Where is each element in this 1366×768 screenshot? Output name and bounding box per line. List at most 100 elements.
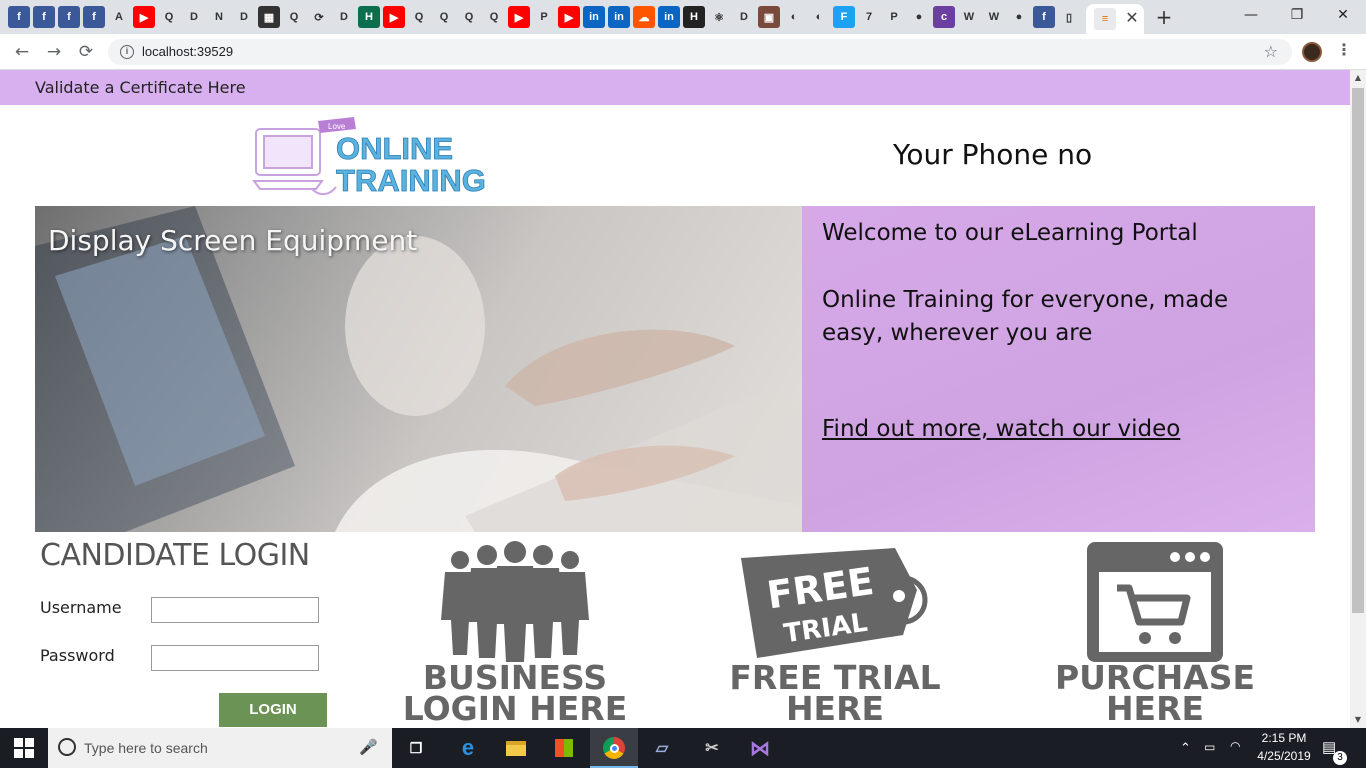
linkedin-icon[interactable]: in xyxy=(658,6,680,28)
facebook-icon[interactable]: f xyxy=(1033,6,1055,28)
free-trial-label[interactable]: FREE TRIAL HERE xyxy=(685,661,985,725)
welcome-text: Welcome to our eLearning Portal xyxy=(822,220,1198,246)
computer-icon xyxy=(252,128,337,195)
page-viewport: Validate a Certificate Here Love ONLINE … xyxy=(0,70,1350,728)
linkedin-icon[interactable]: in xyxy=(608,6,630,28)
youtube-icon[interactable]: ▶ xyxy=(383,6,405,28)
youtube-icon[interactable]: ▶ xyxy=(508,6,530,28)
microphone-icon[interactable]: 🎤 xyxy=(359,738,378,756)
business-login-label[interactable]: BUSINESS LOGIN HERE xyxy=(365,661,665,725)
purchase-label[interactable]: PURCHASE HERE xyxy=(1005,661,1305,725)
youtube-icon[interactable]: ▶ xyxy=(133,6,155,28)
facebook-icon[interactable]: f xyxy=(83,6,105,28)
fiverr-icon[interactable]: F xyxy=(833,6,855,28)
scroll-thumb[interactable] xyxy=(1352,88,1364,613)
store-icon[interactable] xyxy=(550,734,578,762)
dawn-icon[interactable]: D xyxy=(183,6,205,28)
phone-number: Your Phone no xyxy=(893,138,1093,171)
shopping-cart-window-icon xyxy=(1087,542,1223,662)
scroll-up-arrow[interactable]: ▲ xyxy=(1350,70,1366,86)
quora-icon[interactable]: Q xyxy=(283,6,305,28)
bank-icon[interactable]: H xyxy=(358,6,380,28)
minimize-button[interactable]: — xyxy=(1228,0,1274,30)
app-icon[interactable]: A xyxy=(108,6,130,28)
news-icon[interactable]: N xyxy=(208,6,230,28)
windows-start-icon[interactable] xyxy=(14,738,34,758)
browser-menu-icon[interactable]: ⋮ xyxy=(1336,40,1352,59)
facebook-icon[interactable]: f xyxy=(58,6,80,28)
chrome-icon[interactable] xyxy=(600,734,628,762)
tab-close-icon[interactable]: ✕ xyxy=(1122,8,1142,28)
svg-text:Love: Love xyxy=(328,122,346,131)
hero-photo: Display Screen Equipment xyxy=(35,206,802,532)
dawn-icon[interactable]: D xyxy=(733,6,755,28)
react-icon[interactable]: ⚛ xyxy=(708,6,730,28)
loader-icon[interactable]: ◐ xyxy=(808,6,830,28)
profile-avatar[interactable] xyxy=(1302,42,1322,62)
link-icon[interactable]: ⟳ xyxy=(308,6,330,28)
username-input[interactable] xyxy=(151,597,319,623)
paypal-icon[interactable]: P xyxy=(533,6,555,28)
quora-icon[interactable]: Q xyxy=(408,6,430,28)
colorlib-icon[interactable]: c xyxy=(933,6,955,28)
reload-button[interactable]: ⟳ xyxy=(74,40,98,64)
scroll-down-arrow[interactable]: ▼ xyxy=(1350,712,1366,728)
active-tab[interactable]: ≡ ✕ xyxy=(1086,4,1144,34)
quora-icon[interactable]: Q xyxy=(458,6,480,28)
photo-icon[interactable]: ▣ xyxy=(758,6,780,28)
quora-icon[interactable]: Q xyxy=(433,6,455,28)
quora-icon[interactable]: Q xyxy=(158,6,180,28)
tools-icon[interactable]: ✂ xyxy=(698,734,726,762)
bookmark-star-icon[interactable]: ☆ xyxy=(1264,42,1278,61)
film-icon[interactable]: ▦ xyxy=(258,6,280,28)
file-explorer-icon[interactable] xyxy=(502,734,530,762)
youtube-icon[interactable]: ▶ xyxy=(558,6,580,28)
logo-line-2: TRAINING xyxy=(336,163,486,198)
info-icon[interactable]: i xyxy=(120,45,134,59)
stackoverflow-icon: ≡ xyxy=(1094,8,1116,30)
hackerrank-icon[interactable]: H xyxy=(683,6,705,28)
facebook-icon[interactable]: f xyxy=(8,6,30,28)
loader-icon[interactable]: ◐ xyxy=(783,6,805,28)
validate-certificate-link[interactable]: Validate a Certificate Here xyxy=(35,78,246,97)
maximize-button[interactable]: ❐ xyxy=(1274,0,1320,30)
facebook-icon[interactable]: f xyxy=(33,6,55,28)
url-text[interactable]: localhost:39529 xyxy=(142,44,233,59)
dawn-icon[interactable]: D xyxy=(333,6,355,28)
clock-time[interactable]: 2:15 PM xyxy=(1252,731,1316,745)
github-icon[interactable]: ● xyxy=(1008,6,1030,28)
paypal-icon[interactable]: P xyxy=(883,6,905,28)
freelancer-icon[interactable]: 7 xyxy=(858,6,880,28)
online-training-logo[interactable]: Love ONLINE TRAINING xyxy=(250,115,510,203)
clock-date[interactable]: 4/25/2019 xyxy=(1252,749,1316,763)
wordpress-icon[interactable]: W xyxy=(983,6,1005,28)
back-button[interactable]: ← xyxy=(10,40,34,64)
linkedin-icon[interactable]: in xyxy=(583,6,605,28)
notepad-icon[interactable]: ▱ xyxy=(648,734,676,762)
tray-expand-icon[interactable]: ⌃ xyxy=(1180,740,1191,756)
edge-icon[interactable]: e xyxy=(454,734,482,762)
wordpress-icon[interactable]: W xyxy=(958,6,980,28)
wifi-icon[interactable]: ◠ xyxy=(1230,739,1240,753)
dawn-icon[interactable]: D xyxy=(233,6,255,28)
purchase-tile[interactable]: PURCHASE HERE xyxy=(1005,540,1305,728)
business-login-tile[interactable]: BUSINESS LOGIN HERE xyxy=(365,540,665,728)
task-view-icon[interactable]: ❐ xyxy=(402,734,430,762)
free-trial-tile[interactable]: FREE TRIAL FREE TRIAL HERE xyxy=(685,540,985,728)
login-button[interactable]: LOGIN xyxy=(219,693,327,727)
soundcloud-icon[interactable]: ☁ xyxy=(633,6,655,28)
watch-video-link[interactable]: Find out more, watch our video xyxy=(822,416,1180,442)
github-icon[interactable]: ● xyxy=(908,6,930,28)
new-tab-button[interactable]: + xyxy=(1153,6,1175,28)
page-scrollbar[interactable]: ▲ ▼ xyxy=(1350,70,1366,728)
quora-icon[interactable]: Q xyxy=(483,6,505,28)
address-bar[interactable]: i localhost:39529 ☆ xyxy=(108,39,1292,65)
taskbar-search-box[interactable]: Type here to search 🎤 xyxy=(48,728,392,768)
close-window-button[interactable]: ✕ xyxy=(1320,0,1366,30)
password-input[interactable] xyxy=(151,645,319,671)
windows-taskbar: Type here to search 🎤 ❐ e ▱ ✂ ⋈ ⌃ ▭ ◠ 2:… xyxy=(0,728,1366,768)
visual-studio-icon[interactable]: ⋈ xyxy=(746,734,774,762)
forward-button[interactable]: → xyxy=(42,40,66,64)
battery-icon[interactable]: ▭ xyxy=(1204,740,1215,754)
document-icon[interactable]: ▯ xyxy=(1058,6,1080,28)
